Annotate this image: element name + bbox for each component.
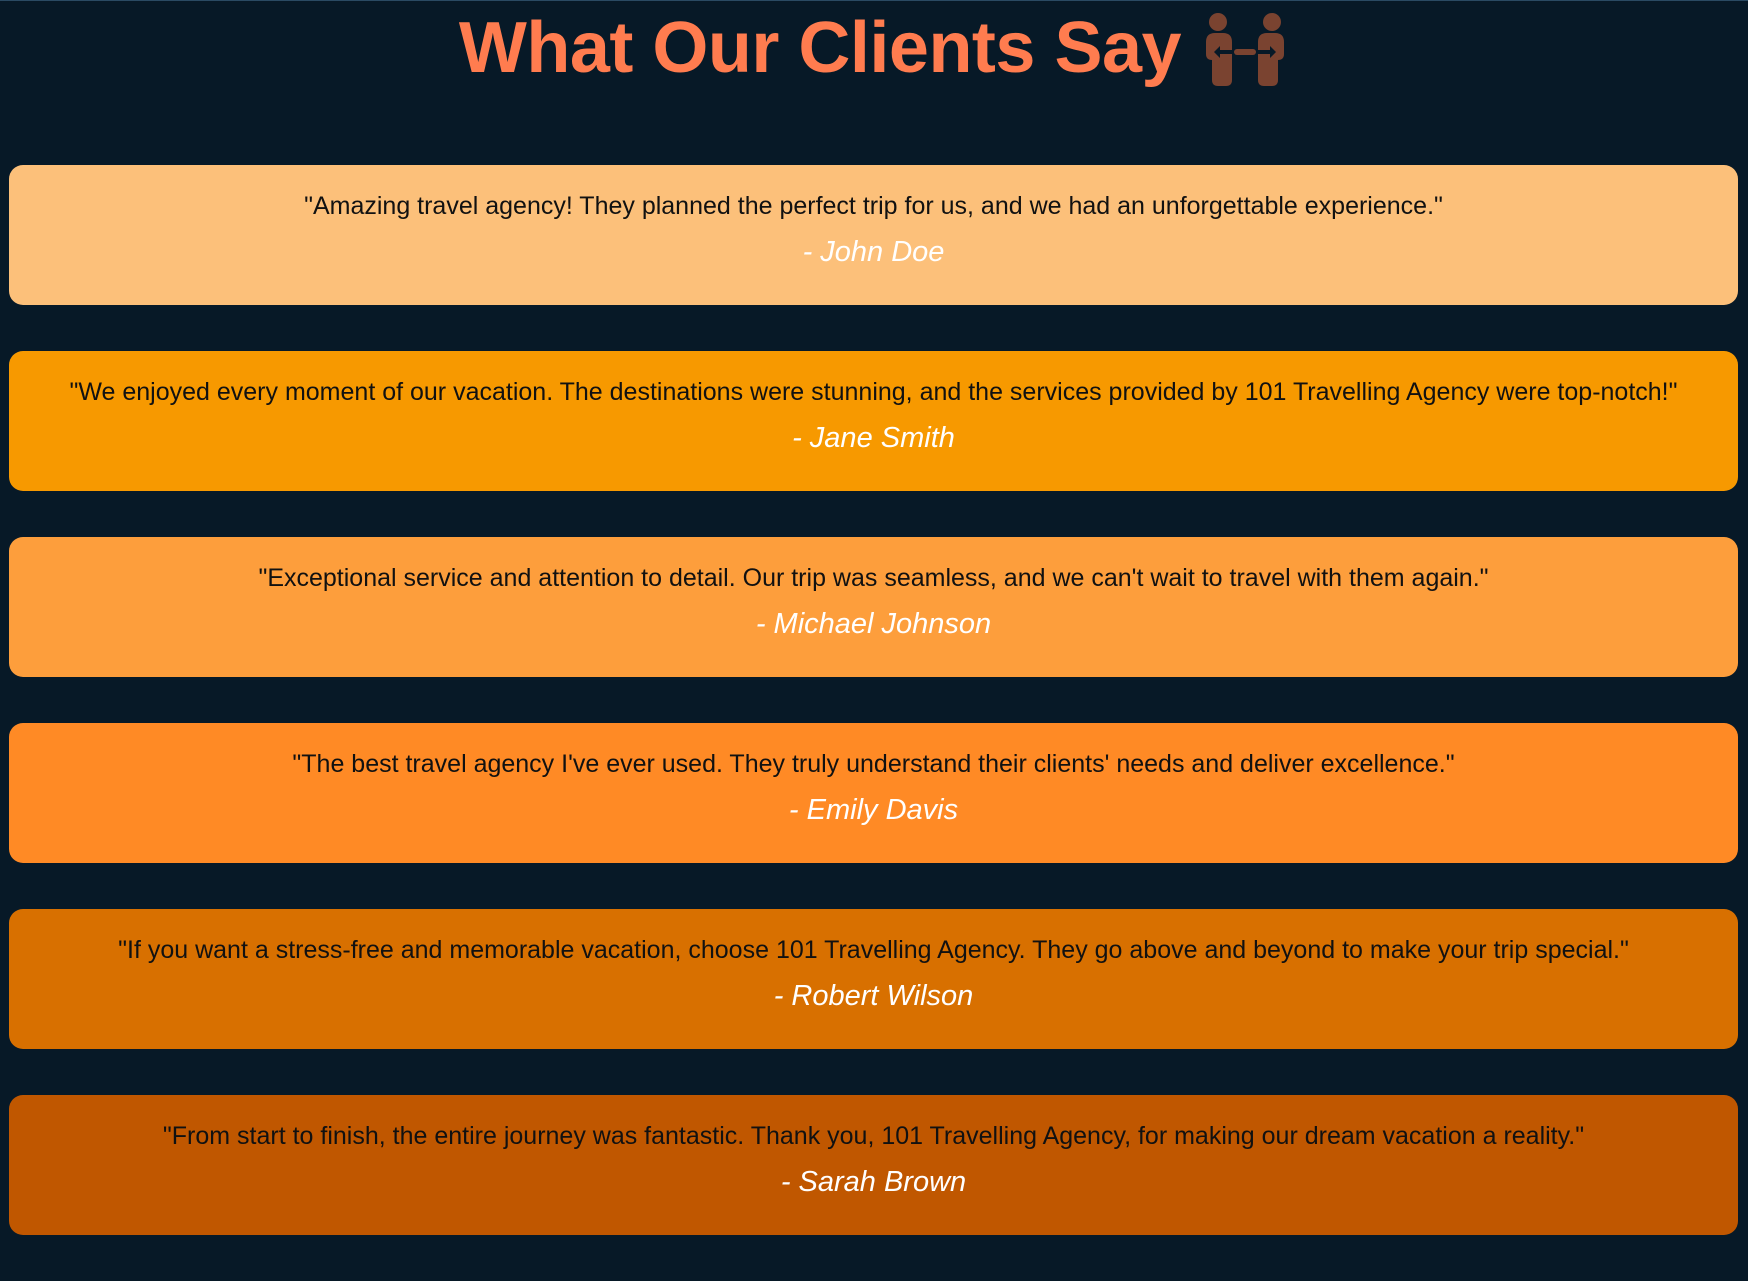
- testimonial-card: "If you want a stress-free and memorable…: [9, 909, 1738, 1049]
- top-border: [0, 0, 1748, 1]
- testimonial-card: "From start to finish, the entire journe…: [9, 1095, 1738, 1235]
- testimonial-author: - Jane Smith: [792, 422, 955, 454]
- testimonial-card: "The best travel agency I've ever used. …: [9, 723, 1738, 863]
- testimonial-author: - John Doe: [802, 236, 945, 268]
- testimonial-quote: "If you want a stress-free and memorable…: [118, 936, 1629, 964]
- testimonial-quote: "The best travel agency I've ever used. …: [292, 750, 1455, 778]
- testimonial-card: "We enjoyed every moment of our vacation…: [9, 351, 1738, 491]
- testimonial-quote: "From start to finish, the entire journe…: [162, 1122, 1585, 1150]
- testimonial-author: - Emily Davis: [788, 794, 959, 826]
- testimonials-list: "Amazing travel agency! They planned the…: [9, 165, 1738, 1281]
- testimonial-quote: "We enjoyed every moment of our vacation…: [69, 378, 1678, 406]
- testimonial-author: - Sarah Brown: [780, 1166, 967, 1198]
- testimonial-card: "Amazing travel agency! They planned the…: [9, 165, 1738, 305]
- page-header: What Our Clients Say: [0, 4, 1748, 92]
- testimonial-card: "Exceptional service and attention to de…: [9, 537, 1738, 677]
- people-handshake-icon: [1206, 13, 1285, 86]
- testimonial-quote: "Exceptional service and attention to de…: [258, 564, 1489, 592]
- page-title: What Our Clients Say: [458, 8, 1182, 88]
- testimonial-quote: "Amazing travel agency! They planned the…: [304, 192, 1443, 220]
- testimonial-author: - Robert Wilson: [773, 980, 974, 1012]
- testimonial-author: - Michael Johnson: [755, 608, 992, 640]
